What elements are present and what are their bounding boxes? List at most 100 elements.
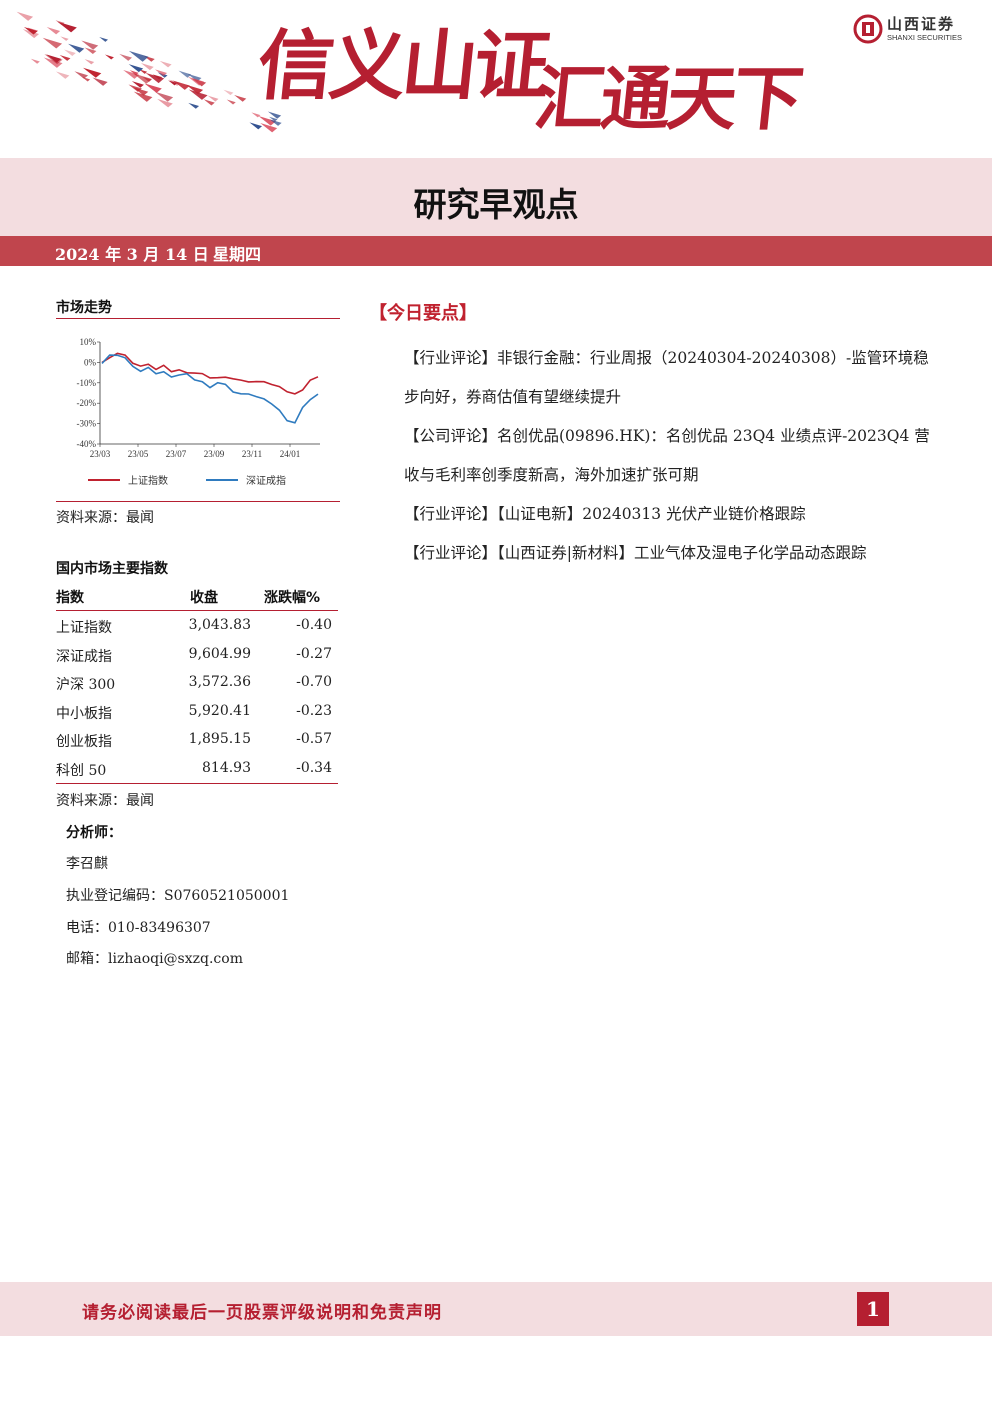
legend-label: 上证指数: [128, 474, 168, 487]
key-point-item[interactable]: 【行业评论】非银行金融：行业周报（20240304-20240308）-监管环境…: [404, 339, 944, 417]
y-tick-label: 0%: [84, 357, 97, 367]
index-table: 指数 收盘 涨跌幅% 上证指数 3,043.83 -0.40 深证成指 9,60…: [56, 584, 338, 784]
arrow-shape: [223, 89, 234, 96]
arrow-shape: [260, 123, 278, 133]
arrow-shape: [99, 37, 108, 42]
market-trend-chart: 10% 0% -10% -20% -30% -40%23/03 23/05 23/07 23/0…: [77, 337, 320, 487]
arrow-shape: [42, 37, 63, 49]
arrow-shape: [119, 53, 133, 61]
title-band: 研究早观点: [0, 158, 992, 236]
index-name: 上证指数: [56, 620, 112, 636]
arrow-shape: [74, 71, 89, 79]
report-date: 2024 年 3 月 14 日: [55, 245, 209, 264]
key-point-item[interactable]: 【公司评论】名创优品(09896.HK)：名创优品 23Q4 业绩点评-2023…: [404, 417, 944, 495]
index-close: 5,920.41: [188, 702, 251, 719]
index-change: -0.34: [296, 759, 332, 776]
arrow-shape: [84, 59, 95, 65]
table-source: 资料来源：最闻: [56, 793, 154, 809]
slogan-part1: 信义山证: [253, 21, 551, 110]
index-name: 创业板指: [56, 734, 112, 751]
arrow-shape: [16, 11, 34, 21]
header-close: 收盘: [190, 590, 218, 606]
date-bar: 2024 年 3 月 14 日 星期四: [0, 236, 992, 266]
index-close: 1,895.15: [188, 731, 251, 748]
analyst-phone: 电话：010-83496307: [66, 920, 211, 936]
footer: 请务必阅读最后一页股票评级说明和免责声明 1: [0, 1282, 992, 1336]
index-close: 3,043.83: [188, 617, 251, 633]
key-point-item[interactable]: 【行业评论】【山西证券|新材料】工业气体及湿电子化学品动态跟踪: [404, 534, 944, 573]
y-tick-label: -30%: [77, 419, 97, 429]
index-name: 沪深 300: [56, 677, 116, 694]
report-weekday: 星期四: [213, 245, 262, 264]
index-name: 中小板指: [56, 705, 112, 722]
analyst-registration: 执业登记编码：S0760521050001: [66, 888, 290, 904]
divider: [56, 501, 340, 502]
chart-source: 资料来源：最闻: [56, 510, 154, 526]
y-tick-label: -10%: [77, 378, 97, 388]
index-change: -0.23: [296, 702, 332, 719]
logo-chinese-name: 山西证券: [887, 14, 956, 33]
legend-label: 深证成指: [246, 474, 286, 487]
x-tick-label: 23/11: [242, 449, 262, 459]
arrow-shape: [203, 99, 215, 106]
arrow-shape: [104, 54, 114, 60]
index-name: 科创 50: [56, 762, 107, 779]
key-point-item[interactable]: 【行业评论】【山证电新】20240313 光伏产业链价格跟踪: [404, 495, 944, 534]
y-tick-label: -20%: [77, 398, 97, 408]
disclaimer-notice: 请务必阅读最后一页股票评级说明和免责声明: [82, 1303, 442, 1323]
arrow-flock-decoration: [16, 11, 282, 133]
y-tick-label: 10%: [80, 337, 97, 347]
page-number: 1: [857, 1292, 889, 1326]
arrow-shape: [92, 77, 108, 86]
logo-english-name: SHANXI SECURITIES: [887, 32, 963, 42]
arrow-shape: [30, 58, 40, 64]
x-tick-label: 23/03: [90, 449, 111, 459]
arrow-shape: [249, 122, 263, 130]
arrow-shape: [82, 77, 91, 82]
arrow-shape: [207, 95, 219, 102]
table-row: 科创 50 814.93 -0.34: [56, 754, 338, 783]
arrow-shape: [60, 36, 69, 41]
arrow-shape: [46, 27, 61, 35]
table-row: 深证成指 9,604.99 -0.27: [56, 640, 338, 669]
analyst-email[interactable]: 邮箱：lizhaoqi@sxzq.com: [66, 948, 243, 968]
header-banner: 信义山证 汇通天下 山西证券 SHANXI SECURITIES: [0, 0, 992, 158]
index-change: -0.70: [296, 674, 332, 691]
arrow-shape: [56, 71, 70, 79]
index-change: -0.27: [296, 645, 332, 662]
arrow-shape: [68, 43, 85, 53]
arrow-shape: [159, 60, 172, 68]
arrow-shape: [234, 95, 247, 102]
arrow-shape: [81, 40, 99, 50]
company-logo-icon: [853, 14, 883, 44]
analyst-heading: 分析师：: [66, 825, 122, 841]
x-tick-label: 23/09: [204, 449, 225, 459]
slogan-part2: 汇通天下: [530, 58, 804, 140]
y-tick-label: -40%: [77, 439, 97, 449]
report-title: 研究早观点: [413, 185, 579, 224]
arrow-shape: [140, 63, 154, 71]
arrow-shape: [155, 91, 174, 102]
arrow-shape: [128, 50, 149, 62]
divider: [56, 782, 338, 784]
x-tick-label: 24/01: [280, 449, 301, 459]
arrow-shape: [226, 99, 236, 105]
x-tick-label: 23/07: [166, 449, 187, 459]
market-trend-title: 市场走势: [56, 300, 112, 316]
series-line-2: [101, 354, 319, 424]
table-row: 中小板指 5,920.41 -0.23: [56, 697, 338, 726]
table-header: 指数 收盘 涨跌幅%: [56, 584, 338, 611]
header-index: 指数: [56, 590, 84, 606]
table-row: 沪深 300 3,572.36 -0.70: [56, 668, 338, 697]
x-tick-label: 23/05: [128, 449, 149, 459]
arrow-shape: [188, 102, 200, 109]
arrow-shape: [267, 111, 282, 119]
table-row: 上证指数 3,043.83 -0.40: [56, 611, 338, 640]
index-change: -0.57: [296, 731, 332, 748]
index-close: 3,572.36: [188, 674, 251, 691]
table-row: 创业板指 1,895.15 -0.57: [56, 725, 338, 754]
arrow-shape: [64, 49, 76, 56]
key-points-title: 【今日要点】: [369, 303, 477, 324]
index-close: 814.93: [202, 759, 251, 776]
index-change: -0.40: [296, 617, 332, 633]
